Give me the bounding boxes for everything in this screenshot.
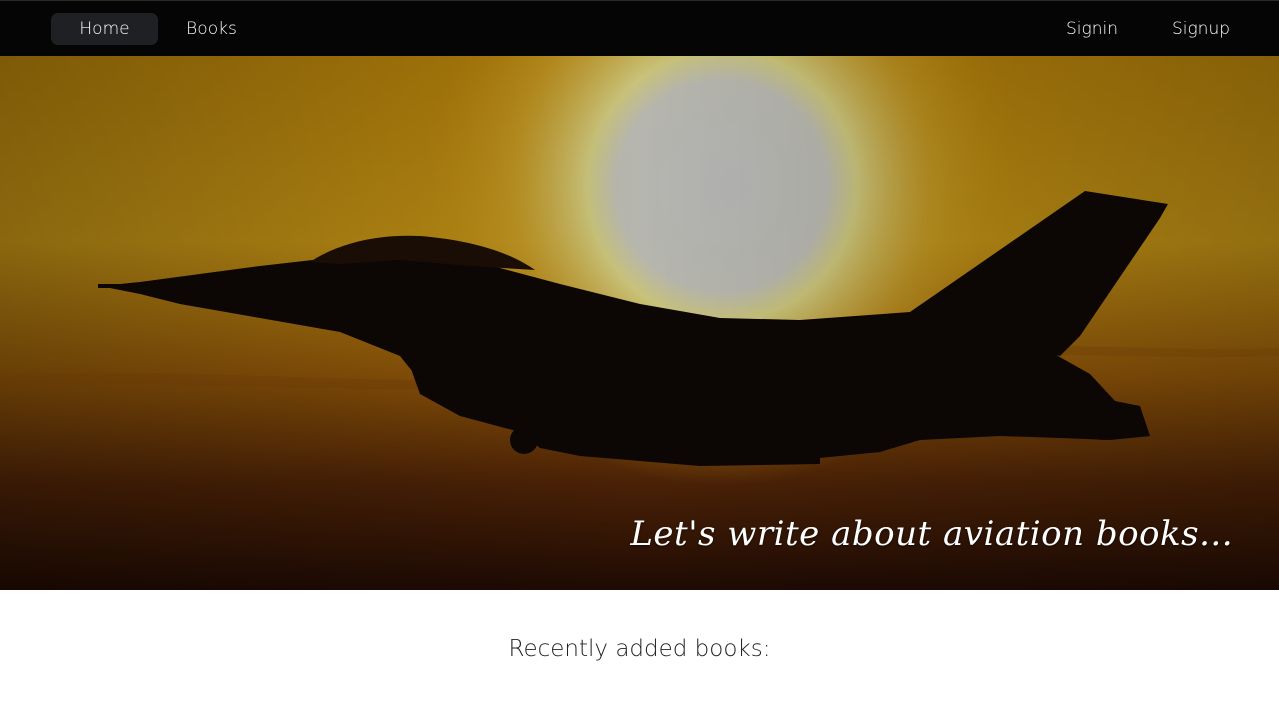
nav-home-link[interactable]: Home [51,13,158,45]
recently-added-heading: Recently added books: [508,636,771,662]
nav-signup-link[interactable]: Signup [1166,13,1236,45]
top-navbar: Home Books Signin Signup [0,0,1279,56]
nav-books-link[interactable]: Books [180,13,243,45]
hero-jet-image [0,56,1279,590]
nav-signin-link[interactable]: Signin [1060,13,1124,45]
hero-banner: Let's write about aviation books... [0,56,1279,590]
hero-tagline: Let's write about aviation books... [630,514,1233,554]
